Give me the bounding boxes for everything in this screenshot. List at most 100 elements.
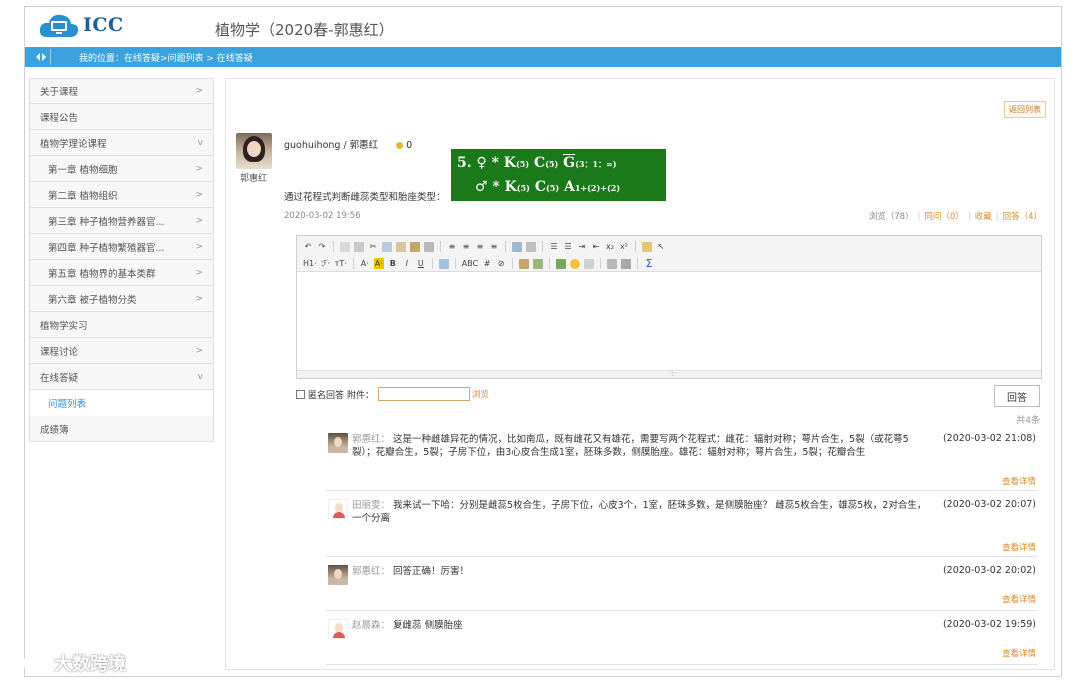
header: ICC 植物学（2020春-郭惠红） [25,7,1061,47]
superscript-icon[interactable]: x² [619,241,629,252]
font-family-dropdown[interactable]: ℱ· [321,258,331,269]
submit-answer-button[interactable]: 回答 [994,385,1040,407]
asker-handle[interactable]: guohuihong / 郭惠红 [284,140,378,151]
sidebar-item-gradebook[interactable]: 成绩簿 [29,416,214,442]
sidebar-item-chapter-1[interactable]: 第一章 植物细胞 > [29,156,214,182]
indent-icon[interactable]: ⇥ [577,241,587,252]
sidebar-item-chapter-5[interactable]: 第五章 植物界的基本类群 > [29,260,214,286]
paste-text-icon[interactable] [410,241,420,252]
answerer-name[interactable]: 赵晨森： [352,620,390,631]
sidebar-item-online-qa[interactable]: 在线答疑 v [29,364,214,390]
align-justify-icon[interactable]: ≡ [489,241,499,252]
sidebar-item-question-list[interactable]: 问题列表 [29,390,214,416]
underline-button[interactable]: U [416,258,426,269]
editor-resize-handle[interactable]: ·:· [297,369,1041,378]
unordered-list-icon[interactable]: ☰ [563,241,573,252]
favorite-button[interactable]: 收藏 [975,212,992,222]
answerer-name[interactable]: 田丽雯： [352,500,390,511]
avatar[interactable] [236,133,272,169]
answers-count-link[interactable]: 回答（4） [1003,212,1042,222]
ordered-list-icon[interactable]: ☰ [549,241,559,252]
sidebar-item-chapter-6[interactable]: 第六章 被子植物分类 > [29,286,214,312]
avatar[interactable] [328,499,348,519]
format-painter-icon[interactable] [642,241,652,252]
anchor-icon[interactable] [607,258,618,269]
list-item: 赵晨森： 复雌蕊 侧膜胎座 (2020-03-02 19:59) 查看详情 [326,611,1038,665]
anonymous-checkbox[interactable] [296,389,305,399]
browse-button[interactable]: 浏览 [472,388,489,400]
sidebar-item-chapter-4[interactable]: 第四章 种子植物繁殖器官... > [29,234,214,260]
formula-line-male: ♂ * K(5) C(5) A1+(2)+(2) [475,179,621,195]
view-details-link[interactable]: 查看详情 [1002,541,1036,553]
font-size-dropdown[interactable]: тT· [335,258,347,269]
table-icon[interactable] [438,258,449,269]
flash-icon[interactable] [556,258,567,269]
subscript-icon[interactable]: x₂ [605,241,615,252]
logo[interactable]: ICC [39,11,124,39]
sidebar-toggle-button[interactable] [31,49,51,65]
copy-icon[interactable] [382,241,392,252]
view-details-link[interactable]: 查看详情 [1002,593,1036,605]
view-details-link[interactable]: 查看详情 [1002,475,1036,487]
highlight-color-dropdown[interactable]: A· [373,258,384,269]
strikethrough-icon[interactable]: ABC [462,258,478,269]
cloud-icon [39,14,79,37]
source-icon[interactable] [340,241,350,252]
unlink-icon[interactable] [526,241,536,252]
editor-text-area[interactable] [297,272,1041,370]
sidebar-item-announcements[interactable]: 课程公告 [29,104,214,130]
answerer-name[interactable]: 郭惠红： [352,566,390,577]
cut-icon[interactable]: ✂ [368,241,378,252]
answer-options: 匿名回答 附件： 浏览 [296,387,489,401]
chevron-right-icon: > [195,293,203,304]
paste-icon[interactable] [396,241,406,252]
sidebar-item-chapter-2[interactable]: 第二章 植物组织 > [29,182,214,208]
undo-icon[interactable]: ↶ [303,241,313,252]
coin-icon [396,142,404,149]
chevron-right-icon: > [195,86,203,96]
bold-button[interactable]: B [388,258,398,269]
avatar[interactable] [328,433,348,453]
attachment-label: 附件： [347,390,375,401]
sidebar-item-theory-course[interactable]: 植物学理论课程 v [29,130,214,156]
font-color-dropdown[interactable]: A· [360,258,370,269]
formula-sigma-icon[interactable]: Σ [644,257,654,270]
answer-date: (2020-03-02 19:59) [942,619,1036,630]
horizontal-rule-icon[interactable] [621,258,632,269]
print-icon[interactable] [354,241,364,252]
answer-text: 赵晨森： 复雌蕊 侧膜胎座 [352,620,463,631]
back-to-list-button[interactable]: 返回列表 [1004,101,1046,118]
align-left-icon[interactable]: ≡ [447,241,457,252]
italic-button[interactable]: I [402,258,412,269]
align-center-icon[interactable]: ≡ [461,241,471,252]
heading-dropdown[interactable]: H1· [303,258,317,269]
media-icon[interactable] [533,258,544,269]
grid-icon[interactable]: # [482,258,492,269]
redo-icon[interactable]: ↷ [317,241,327,252]
avatar[interactable] [328,565,348,585]
clear-format-icon[interactable]: ⊘ [496,258,506,269]
avatar[interactable] [328,619,348,639]
paste-word-icon[interactable] [424,241,434,252]
outdent-icon[interactable]: ⇤ [591,241,601,252]
link-icon[interactable] [512,241,522,252]
image-icon[interactable] [519,258,530,269]
chevron-right-icon: > [195,267,203,278]
breadcrumb[interactable]: 我的位置：在线答疑>问题列表 > 在线答疑 [79,51,253,64]
attachment-icon[interactable] [584,258,595,269]
view-details-link[interactable]: 查看详情 [1002,647,1036,659]
same-question-button[interactable]: 同问（0） [924,212,963,222]
answerer-name[interactable]: 郭惠红： [352,434,390,445]
emoji-icon[interactable] [570,258,581,269]
watermark-logo-icon [11,656,49,670]
answer-date: (2020-03-02 21:08) [942,433,1036,444]
sidebar-item-discussion[interactable]: 课程讨论 > [29,338,214,364]
sidebar-item-practice[interactable]: 植物学实习 [29,312,214,338]
sidebar-item-about-course[interactable]: 关于课程 > [29,78,214,104]
sidebar-item-chapter-3[interactable]: 第三章 种子植物营养器官... > [29,208,214,234]
attachment-field[interactable] [378,387,471,401]
select-all-icon[interactable]: ↖ [656,241,666,252]
sidebar: 关于课程 > 课程公告 植物学理论课程 v 第一章 植物细胞 > 第二章 植物组织 > … [29,78,214,442]
question-date: 2020-03-02 19:56 [284,211,361,221]
align-right-icon[interactable]: ≡ [475,241,485,252]
